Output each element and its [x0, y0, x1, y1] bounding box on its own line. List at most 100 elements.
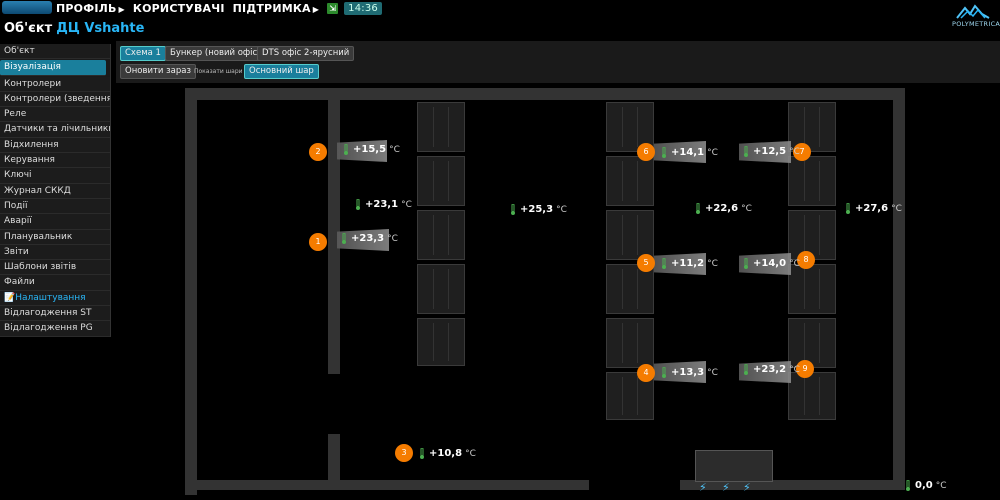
sidebar-item-relays[interactable]: Реле: [0, 107, 110, 123]
temperature-reading[interactable]: +13,3 °C: [661, 367, 718, 378]
sidebar-item-report-templates[interactable]: Шаблони звітів: [0, 260, 110, 276]
sidebar-item-debug-st[interactable]: Відлагодження ST: [0, 306, 110, 322]
server-rack: [417, 264, 465, 314]
temperature-reading[interactable]: +23,3 °C: [341, 233, 398, 244]
clock: 14:36: [344, 1, 382, 15]
sensor-badge[interactable]: 3: [395, 444, 413, 462]
server-rack: [417, 318, 465, 366]
reading-unit: °C: [891, 203, 902, 214]
sidebar-item-access-log[interactable]: Журнал СККД: [0, 183, 110, 199]
server-rack: [788, 318, 836, 368]
thermometer-icon: [905, 480, 911, 491]
wall-right: [893, 88, 905, 483]
reading-unit: °C: [741, 203, 752, 214]
sidebar-item-settings[interactable]: 📝Налаштування: [0, 290, 110, 307]
temperature-reading[interactable]: +22,6 °C: [695, 203, 752, 214]
menu-support[interactable]: ПІДТРИМКА ▶: [233, 2, 319, 15]
sidebar-item-controllers[interactable]: Контролери: [0, 76, 110, 92]
power-icon: ⚡: [722, 481, 730, 494]
temperature-reading[interactable]: +23,2 °C: [743, 364, 800, 375]
controller-unit[interactable]: [695, 450, 773, 482]
object-prefix: Об'єкт: [4, 21, 53, 36]
thermometer-icon: [419, 448, 425, 459]
temperature-reading[interactable]: +25,3 °C: [510, 204, 567, 215]
top-bar: ПРОФІЛЬ ▶ КОРИСТУВАЧІ ПІДТРИМКА ▶ ⇲ 14:36: [0, 0, 1000, 16]
brand-name: POLYMETRICA: [952, 20, 1000, 28]
power-icon: ⚡: [699, 481, 707, 494]
reading-value: +23,2: [753, 364, 787, 375]
temperature-reading[interactable]: +11,2 °C: [661, 258, 718, 269]
sensor-badge[interactable]: 1: [309, 233, 327, 251]
power-icon: ⚡: [743, 481, 751, 494]
page-title: Об'єкт ДЦ Vshahte: [4, 21, 144, 36]
sidebar-item-visualization[interactable]: Візуалізація: [0, 60, 106, 76]
server-rack: [788, 372, 836, 420]
sidebar-item-deviations[interactable]: Відхилення: [0, 137, 110, 154]
settings-icon: 📝: [4, 292, 16, 303]
thermometer-icon: [695, 203, 701, 214]
reading-value: +23,3: [351, 233, 385, 244]
sidebar-item-reports[interactable]: Звіти: [0, 244, 110, 261]
tab-dts-office[interactable]: DTS офіс 2-ярусний: [257, 46, 355, 61]
reading-unit: °C: [401, 199, 412, 210]
thermometer-icon: [743, 364, 749, 375]
temperature-reading[interactable]: 0,0 °C: [905, 480, 947, 491]
server-rack: [788, 156, 836, 206]
menu-profile[interactable]: ПРОФІЛЬ ▶: [56, 2, 125, 15]
exit-icon[interactable]: ⇲: [327, 2, 339, 14]
temperature-reading[interactable]: +14,1 °C: [661, 147, 718, 158]
reading-value: +27,6: [855, 203, 889, 214]
reading-value: +22,6: [705, 203, 739, 214]
sidebar-item-keys[interactable]: Ключі: [0, 168, 110, 184]
reading-value: +14,1: [671, 147, 705, 158]
tab-bunker[interactable]: Бункер (новий офіс): [165, 46, 266, 61]
reading-value: 0,0: [915, 480, 933, 491]
sidebar-item-files[interactable]: Файли: [0, 275, 110, 291]
temperature-reading[interactable]: +14,0 °C: [743, 258, 800, 269]
sidebar-item-scheduler[interactable]: Планувальник: [0, 229, 110, 245]
reading-value: +10,8: [429, 448, 463, 459]
object-name: ДЦ Vshahte: [56, 21, 145, 36]
wall-partition-lower: [328, 434, 340, 482]
sidebar-item-control[interactable]: Керування: [0, 153, 110, 169]
reading-value: +15,5: [353, 144, 387, 155]
server-rack: [606, 210, 654, 260]
server-rack: [606, 318, 654, 368]
reading-unit: °C: [789, 364, 800, 375]
thermometer-icon: [845, 203, 851, 214]
temperature-reading[interactable]: +12,5 °C: [743, 146, 800, 157]
temperature-reading[interactable]: +27,6 °C: [845, 203, 902, 214]
base-layer-button[interactable]: Основний шар: [244, 64, 319, 79]
refresh-button[interactable]: Оновити зараз: [120, 64, 197, 79]
tab-scheme-1[interactable]: Схема 1: [120, 46, 166, 61]
menu-users[interactable]: КОРИСТУВАЧІ: [133, 2, 225, 15]
server-rack: [788, 264, 836, 314]
thermometer-icon: [743, 258, 749, 269]
reading-value: +13,3: [671, 367, 705, 378]
server-rack: [606, 156, 654, 206]
layers-label: Показати шари: [194, 68, 243, 75]
sidebar-item-settings-label: Налаштування: [15, 292, 86, 303]
temperature-reading[interactable]: +10,8 °C: [419, 448, 476, 459]
thermometer-icon: [341, 233, 347, 244]
home-logo[interactable]: [2, 1, 52, 14]
thermometer-icon: [743, 146, 749, 157]
brand-logo: POLYMETRICA: [952, 2, 1000, 28]
sidebar-item-sensors[interactable]: Датчики та лічильники: [0, 122, 110, 138]
sidebar-item-controllers-summary[interactable]: Контролери (зведення): [0, 91, 110, 108]
wall-left: [185, 88, 197, 495]
thermometer-icon: [355, 199, 361, 210]
polymetrica-icon: [956, 4, 990, 19]
sensor-badge[interactable]: 4: [637, 364, 655, 382]
temperature-reading[interactable]: +15,5 °C: [343, 144, 400, 155]
reading-unit: °C: [465, 448, 476, 459]
sidebar-item-alarms[interactable]: Аварії: [0, 214, 110, 230]
sensor-badge[interactable]: 2: [309, 143, 327, 161]
sidebar-item-object[interactable]: Об'єкт: [0, 44, 110, 60]
sidebar-item-debug-pg[interactable]: Відлагодження PG: [0, 321, 110, 337]
temperature-reading[interactable]: +23,1 °C: [355, 199, 412, 210]
sensor-badge[interactable]: 5: [637, 254, 655, 272]
sidebar: Об'єкт Візуалізація Контролери Контролер…: [0, 44, 111, 337]
sidebar-item-events[interactable]: Події: [0, 198, 110, 215]
sensor-badge[interactable]: 6: [637, 143, 655, 161]
